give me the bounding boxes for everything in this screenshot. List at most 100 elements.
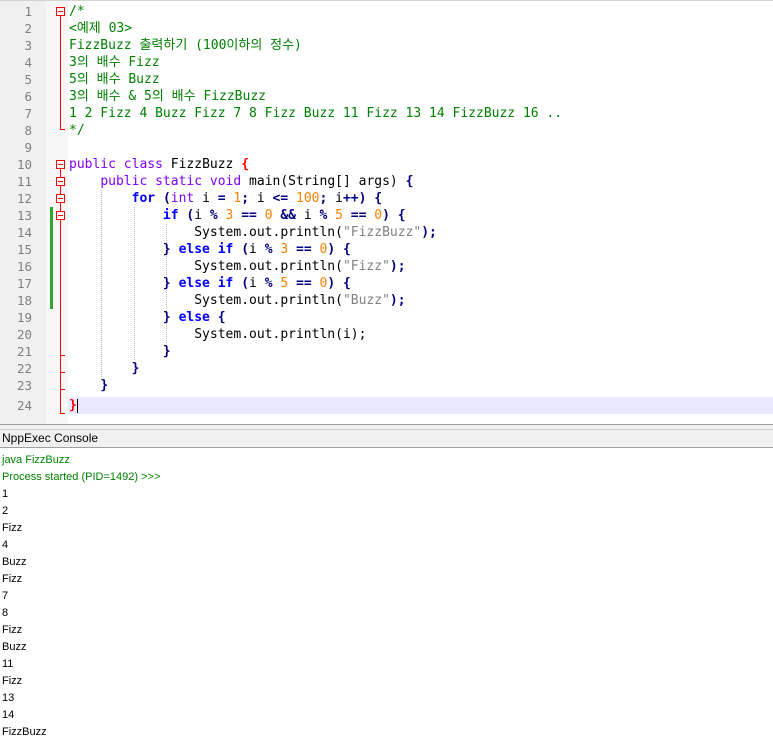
code-line: } xyxy=(100,378,109,393)
fold-end-marker xyxy=(60,413,65,414)
string-literal: "Fizz" xyxy=(342,259,390,274)
code-line-comment: 5의 배수 Buzz xyxy=(69,72,160,87)
line-number: 20 xyxy=(16,327,32,342)
nppexec-console[interactable]: java FizzBuzz Process started (PID=1492)… xyxy=(0,448,773,746)
fold-line xyxy=(60,16,61,129)
keyword: if xyxy=(162,208,179,223)
line-number: 14 xyxy=(16,225,32,240)
code-line-comment: /* xyxy=(69,4,85,19)
line-number: 13 xyxy=(16,208,32,223)
number: 5 xyxy=(280,276,289,291)
fold-end-marker xyxy=(60,372,65,373)
console-output-line: Fizz xyxy=(2,573,23,585)
brace: { xyxy=(241,157,250,172)
number: 0 xyxy=(374,208,383,223)
code-line-comment: 1 2 Fizz 4 Buzz Fizz 7 8 Fizz Buzz 11 Fi… xyxy=(69,106,563,121)
fold-end-marker xyxy=(60,129,65,130)
keyword: static xyxy=(155,174,203,189)
console-output-line: Fizz xyxy=(2,675,23,687)
line-number: 18 xyxy=(16,293,32,308)
console-output-line: Buzz xyxy=(2,556,27,568)
line-number: 4 xyxy=(24,55,32,70)
line-number: 5 xyxy=(24,72,32,87)
fold-collapse-icon[interactable] xyxy=(56,211,65,220)
string-literal: "FizzBuzz" xyxy=(342,225,422,240)
keyword: if xyxy=(217,276,234,291)
code-line: if (i % 3 == 0 && i % 5 == 0) { xyxy=(162,208,406,223)
line-number: 7 xyxy=(24,106,32,121)
line-number: 1 xyxy=(24,4,32,19)
number: 5 xyxy=(335,208,343,223)
line-number: 19 xyxy=(16,310,32,325)
code-line: public static void main(String[] args) { xyxy=(69,173,413,190)
line-number: 12 xyxy=(16,191,32,206)
code-line-comment: */ xyxy=(69,123,85,138)
code-line: } else if (i % 3 == 0) { xyxy=(162,242,351,257)
line-number: 21 xyxy=(16,344,32,359)
console-output-line: 8 xyxy=(2,607,9,619)
line-number: 10 xyxy=(16,157,32,172)
console-output-line: 2 xyxy=(2,505,9,517)
current-line-highlight xyxy=(68,397,773,414)
keyword: else xyxy=(178,242,210,257)
line-number: 9 xyxy=(24,140,32,155)
line-number: 24 xyxy=(16,398,32,413)
code-line: for (int i = 1; i <= 100; i++) { xyxy=(131,191,383,206)
code-line-comment: 3의 배수 & 5의 배수 FizzBuzz xyxy=(69,89,266,104)
println-call: System.out.println(i); xyxy=(194,327,367,342)
change-marker xyxy=(50,207,53,309)
line-number: 3 xyxy=(24,38,32,53)
fold-line xyxy=(60,169,61,413)
console-command: java FizzBuzz xyxy=(2,454,70,466)
code-line-comment: <예제 03> xyxy=(69,21,133,36)
code-line-comment: 3의 배수 Fizz xyxy=(69,55,160,70)
code-line: } else if (i % 5 == 0) { xyxy=(162,276,351,291)
keyword: class xyxy=(123,157,163,172)
number: 0 xyxy=(264,208,273,223)
method-signature: main(String[] args) xyxy=(249,174,398,189)
fold-collapse-icon[interactable] xyxy=(56,194,65,203)
number: 3 xyxy=(280,242,289,257)
code-line: public class FizzBuzz { xyxy=(69,156,249,173)
keyword: for xyxy=(131,191,156,206)
console-output-line: 11 xyxy=(2,658,14,670)
brace: { xyxy=(405,174,414,189)
line-number: 8 xyxy=(24,123,32,138)
console-output-line: 4 xyxy=(2,539,9,551)
keyword: else xyxy=(178,310,210,325)
line-number: 11 xyxy=(16,174,32,189)
fold-collapse-icon[interactable] xyxy=(56,177,65,186)
keyword: int xyxy=(170,191,195,206)
console-output-line: FizzBuzz xyxy=(2,726,47,738)
keyword: else xyxy=(178,276,210,291)
code-line: } xyxy=(131,361,140,376)
console-process-line: Process started (PID=1492) >>> xyxy=(2,471,161,483)
class-name: FizzBuzz xyxy=(170,157,234,172)
string-literal: "Buzz" xyxy=(342,293,390,308)
fold-end-marker xyxy=(60,389,65,390)
console-output-line: Buzz xyxy=(2,641,27,653)
println-call: System.out.println( xyxy=(194,225,343,240)
code-line: } else { xyxy=(162,310,226,325)
code-line: } xyxy=(69,398,78,413)
number: 100 xyxy=(296,191,320,206)
code-line: System.out.println(i); xyxy=(69,326,366,343)
fold-collapse-icon[interactable] xyxy=(56,7,65,16)
code-line-comment: FizzBuzz 출력하기 (100이하의 정수) xyxy=(69,38,302,53)
fold-end-marker xyxy=(60,355,65,356)
keyword: public xyxy=(69,157,116,172)
fold-collapse-icon[interactable] xyxy=(56,160,65,169)
code-line: System.out.println("Fizz"); xyxy=(194,259,406,274)
console-output-line: 7 xyxy=(2,590,9,602)
line-number: 6 xyxy=(24,89,32,104)
line-number: 16 xyxy=(16,259,32,274)
line-number: 23 xyxy=(16,378,32,393)
line-number: 17 xyxy=(16,276,32,291)
line-number: 22 xyxy=(16,361,32,376)
code-line: System.out.println("Buzz"); xyxy=(194,293,406,308)
console-output-line: 13 xyxy=(2,692,15,704)
console-title-bar: NppExec Console xyxy=(0,430,773,448)
println-call: System.out.println( xyxy=(194,293,343,308)
line-number: 2 xyxy=(24,21,32,36)
code-editor[interactable]: 1 2 3 4 5 6 7 8 9 10 11 12 13 14 15 16 1… xyxy=(0,0,773,424)
